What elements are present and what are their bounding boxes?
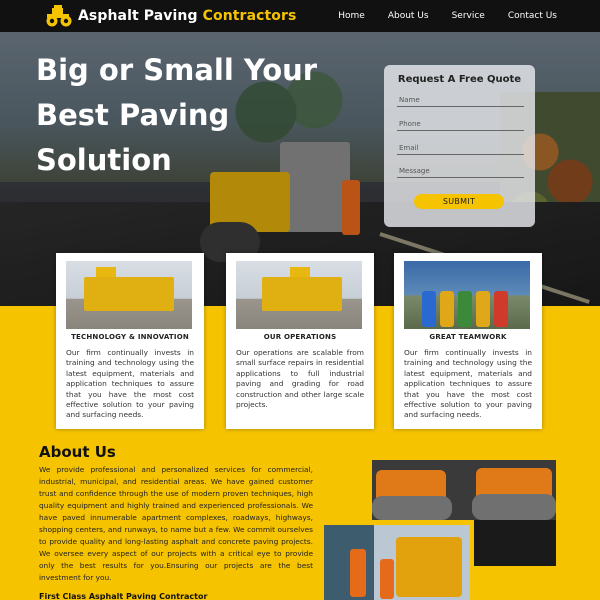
- email-field[interactable]: [397, 141, 524, 155]
- card-title: GREAT TEAMWORK: [429, 333, 507, 341]
- about-subheading: First Class Asphalt Paving Contractor: [39, 592, 208, 600]
- name-field[interactable]: [397, 93, 524, 107]
- about-text: We provide professional and personalized…: [39, 465, 313, 582]
- about-title: About Us: [39, 443, 116, 461]
- nav-home[interactable]: Home: [338, 11, 365, 21]
- site-header: Asphalt Paving Contractors Home About Us…: [0, 0, 600, 32]
- card-image: [66, 261, 192, 329]
- message-field[interactable]: [397, 164, 524, 178]
- nav-contact-us[interactable]: Contact Us: [508, 11, 557, 21]
- about-photo-rollers: [372, 460, 556, 520]
- card-text: Our firm continually invests in training…: [66, 348, 194, 420]
- logo[interactable]: Asphalt Paving Contractors: [44, 5, 296, 27]
- hero-title: Big or Small Your Best Paving Solution: [36, 53, 318, 177]
- card-teamwork: GREAT TEAMWORK Our firm continually inve…: [394, 253, 542, 429]
- main-nav: Home About Us Service Contact Us: [315, 11, 557, 21]
- card-technology: TECHNOLOGY & INNOVATION Our firm continu…: [56, 253, 204, 429]
- quote-form-title: Request A Free Quote: [397, 74, 522, 85]
- card-text: Our firm continually invests in training…: [404, 348, 532, 420]
- card-operations: OUR OPERATIONS Our operations are scalab…: [226, 253, 374, 429]
- quote-form: Request A Free Quote SUBMIT: [384, 65, 535, 227]
- nav-about-us[interactable]: About Us: [388, 11, 429, 21]
- logo-text-accent: Contractors: [202, 8, 297, 24]
- about-photo-backdrop: [474, 520, 556, 566]
- submit-button[interactable]: SUBMIT: [414, 194, 504, 209]
- card-text: Our operations are scalable from small s…: [236, 348, 364, 410]
- paving-roller-icon: [44, 5, 74, 27]
- card-image: [236, 261, 362, 329]
- logo-text: Asphalt Paving Contractors: [78, 8, 296, 24]
- phone-field[interactable]: [397, 117, 524, 131]
- about-photo-crew: [324, 525, 470, 600]
- nav-service[interactable]: Service: [452, 11, 485, 21]
- card-image: [404, 261, 530, 329]
- card-title: TECHNOLOGY & INNOVATION: [71, 333, 189, 341]
- logo-text-primary: Asphalt Paving: [78, 8, 198, 24]
- card-title: OUR OPERATIONS: [263, 333, 337, 341]
